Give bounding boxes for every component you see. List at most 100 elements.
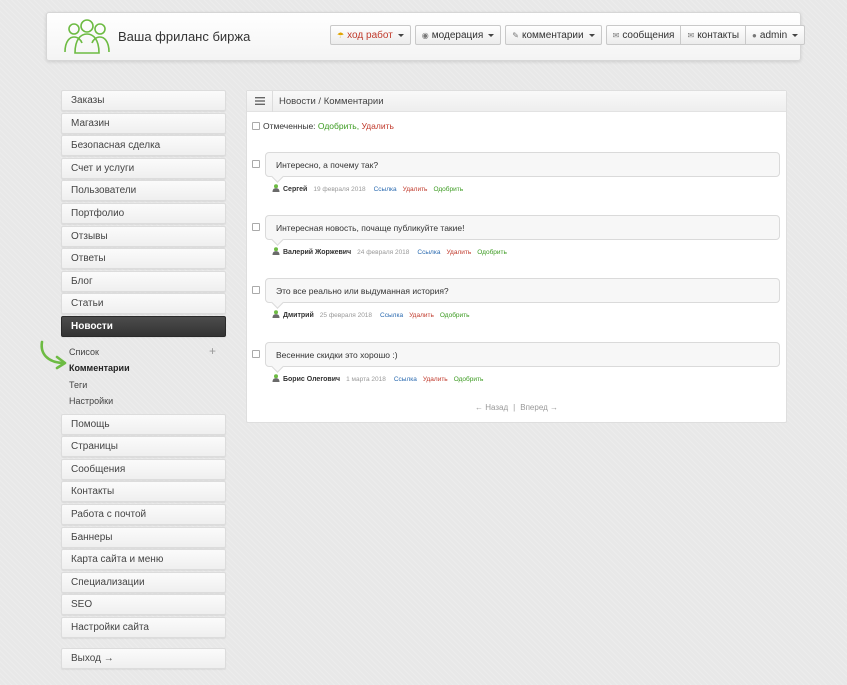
moderation-dropdown[interactable]: ◉ модерация xyxy=(414,25,502,45)
comment-delete-link[interactable]: Удалить xyxy=(403,186,428,193)
site-title[interactable]: Ваша фриланс биржа xyxy=(118,29,250,44)
comment-date: 1 марта 2018 xyxy=(346,375,386,383)
green-arrow-icon xyxy=(40,340,67,370)
comments-label: комментарии xyxy=(521,29,584,41)
caret-down-icon xyxy=(397,33,404,37)
messages-button[interactable]: ✉ сообщения xyxy=(605,25,682,45)
exit-container: Выход → xyxy=(61,648,226,671)
comment-author[interactable]: Сергей xyxy=(283,186,307,193)
submenu-item-list[interactable]: Список xyxy=(69,344,226,361)
next-page-link[interactable]: Вперед → xyxy=(520,403,558,412)
sidebar-item-safe-deal[interactable]: Безопасная сделка xyxy=(61,135,226,157)
sidebar-item-blog[interactable]: Блог xyxy=(61,270,226,292)
sidebar-item-banners[interactable]: Баннеры xyxy=(61,526,226,548)
submenu-item-comments[interactable]: Комментарии xyxy=(69,360,226,377)
logout-button[interactable]: Выход → xyxy=(61,648,226,669)
hamburger-menu-icon[interactable] xyxy=(247,90,273,112)
comment-meta: Дмитрий 25 февраля 2018 Ссылка Удалить О… xyxy=(272,310,476,320)
submenu-item-tags[interactable]: Теги xyxy=(69,377,226,394)
comments-dropdown[interactable]: ✎ комментарии xyxy=(505,25,602,45)
comment-author[interactable]: Валерий Жоржевич xyxy=(283,249,351,256)
comment-approve-link[interactable]: Одобрить xyxy=(433,186,463,193)
sidebar-item-shop[interactable]: Магазин xyxy=(61,112,226,134)
sidebar-item-contacts[interactable]: Контакты xyxy=(61,481,226,503)
comment-link[interactable]: Ссылка xyxy=(380,312,403,319)
author-icon xyxy=(272,184,280,194)
sidebar-item-pages[interactable]: Страницы xyxy=(61,436,226,458)
bulk-delete-link[interactable]: Удалить xyxy=(361,121,393,131)
contacts-button[interactable]: ✉ контакты xyxy=(680,25,747,45)
comment-checkbox[interactable] xyxy=(252,350,260,358)
comment-checkbox[interactable] xyxy=(252,223,260,231)
sidebar-item-orders[interactable]: Заказы xyxy=(61,90,226,111)
author-icon xyxy=(272,247,280,257)
sidebar-item-news[interactable]: Новости xyxy=(61,315,226,337)
news-submenu: + Список Комментарии Теги Настройки xyxy=(61,339,226,414)
comment-approve-link[interactable]: Одобрить xyxy=(477,249,507,256)
sidebar-item-portfolio[interactable]: Портфолио xyxy=(61,202,226,224)
comment-date: 25 февраля 2018 xyxy=(319,311,373,319)
comment-link[interactable]: Ссылка xyxy=(417,249,440,256)
sidebar-item-seo[interactable]: SEO xyxy=(61,594,226,616)
comment-checkbox[interactable] xyxy=(252,286,260,294)
sidebar-item-specializations[interactable]: Специализации xyxy=(61,571,226,593)
envelope-icon: ✉ xyxy=(612,30,620,40)
eye-icon: ◉ xyxy=(421,30,429,40)
caret-down-icon xyxy=(488,33,495,37)
work-progress-dropdown[interactable]: ☂ ход работ xyxy=(330,25,411,45)
author-icon xyxy=(272,374,280,384)
comment-delete-link[interactable]: Удалить xyxy=(409,312,434,319)
comment-meta: Сергей 19 февраля 2018 Ссылка Удалить Од… xyxy=(272,184,469,194)
prev-page-link[interactable]: ← Назад xyxy=(475,403,508,412)
comment-delete-link[interactable]: Удалить xyxy=(446,249,471,256)
user-dropdown[interactable]: ● admin xyxy=(745,25,806,45)
author-icon xyxy=(272,310,280,320)
add-plus-icon[interactable]: + xyxy=(209,345,216,357)
pager-separator: | xyxy=(513,403,516,412)
top-header: Ваша фриланс биржа ☂ ход работ ◉ модерац… xyxy=(46,12,806,61)
logo-people-icon[interactable] xyxy=(62,19,112,55)
comment-author[interactable]: Борис Олегович xyxy=(283,376,340,383)
comment-author[interactable]: Дмитрий xyxy=(283,312,314,319)
sidebar-item-sitemap[interactable]: Карта сайта и меню xyxy=(61,549,226,571)
top-nav: ☂ ход работ ◉ модерация ✎ комментарии ✉ … xyxy=(330,25,806,45)
sidebar-item-billing[interactable]: Счет и услуги xyxy=(61,157,226,179)
bulk-approve-link[interactable]: Одобрить, xyxy=(318,121,359,131)
submenu-item-settings[interactable]: Настройки xyxy=(69,393,226,410)
select-all-checkbox[interactable] xyxy=(252,122,260,130)
comments-panel: Новости / Комментарии Отмеченные: Одобри… xyxy=(246,90,787,423)
sidebar-item-articles[interactable]: Статьи xyxy=(61,293,226,315)
sidebar: Заказы Магазин Безопасная сделка Счет и … xyxy=(61,90,226,639)
comment-approve-link[interactable]: Одобрить xyxy=(440,312,470,319)
sidebar-item-help[interactable]: Помощь xyxy=(61,413,226,435)
comment-date: 24 февраля 2018 xyxy=(357,248,410,256)
sidebar-item-site-settings[interactable]: Настройки сайта xyxy=(61,616,226,638)
comment-text: Это все реально или выдуманная история? xyxy=(265,278,780,303)
sidebar-item-messages[interactable]: Сообщения xyxy=(61,458,226,480)
comment-checkbox[interactable] xyxy=(252,160,260,168)
sidebar-item-users[interactable]: Пользователи xyxy=(61,180,226,202)
shield-icon: ☂ xyxy=(337,30,345,40)
work-progress-label: ход работ xyxy=(347,29,393,41)
caret-down-icon xyxy=(588,33,595,37)
comment-approve-link[interactable]: Одобрить xyxy=(454,376,484,383)
contacts-label: контакты xyxy=(697,29,740,41)
comment-link[interactable]: Ссылка xyxy=(374,186,397,193)
comment-meta: Валерий Жоржевич 24 февраля 2018 Ссылка … xyxy=(272,247,513,257)
user-icon: ● xyxy=(752,30,757,40)
comment-link[interactable]: Ссылка xyxy=(394,376,417,383)
sidebar-item-answers[interactable]: Ответы xyxy=(61,248,226,270)
user-button-group: ✉ сообщения ✉ контакты ● admin xyxy=(605,25,806,45)
panel-header: Новости / Комментарии xyxy=(247,90,786,112)
user-label: admin xyxy=(759,29,788,41)
pagination: ← Назад | Вперед → xyxy=(247,403,786,412)
pencil-icon: ✎ xyxy=(512,30,519,40)
comment-delete-link[interactable]: Удалить xyxy=(423,376,448,383)
moderation-label: модерация xyxy=(431,29,484,41)
comment-text: Интересно, а почему так? xyxy=(265,152,780,177)
sidebar-item-reviews[interactable]: Отзывы xyxy=(61,225,226,247)
sidebar-item-mail[interactable]: Работа с почтой xyxy=(61,503,226,525)
messages-label: сообщения xyxy=(622,29,675,41)
comment-text: Весенние скидки это хорошо :) xyxy=(265,342,780,367)
envelope-icon: ✉ xyxy=(687,30,695,40)
